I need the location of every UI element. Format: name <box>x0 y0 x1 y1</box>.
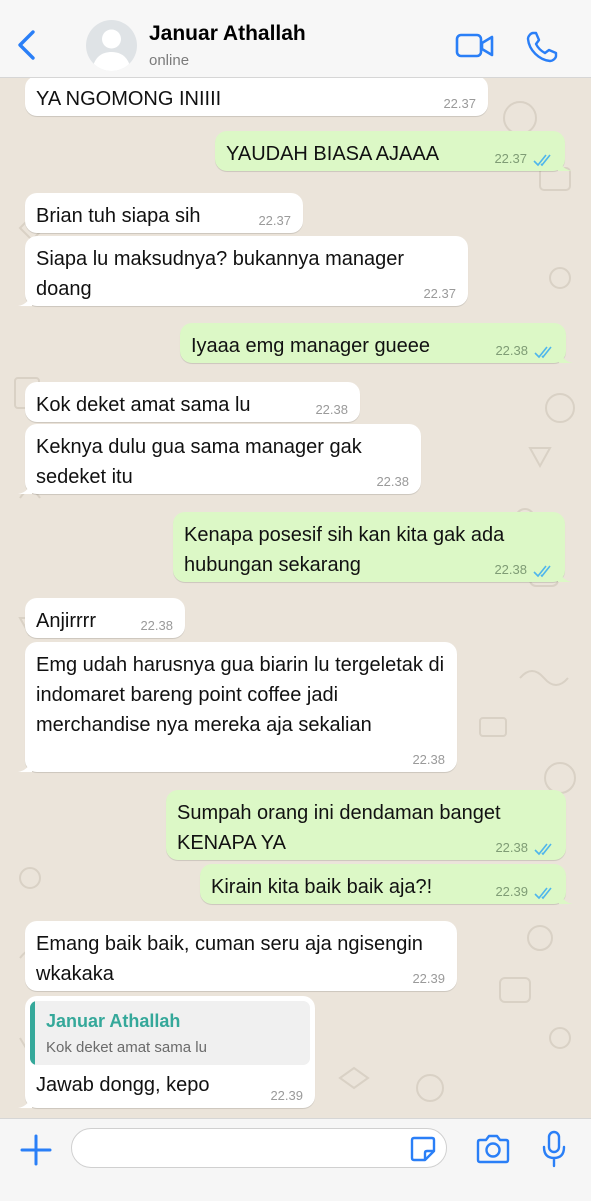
message-outgoing[interactable]: Iyaaa emg manager gueee 22.38 <box>180 323 573 363</box>
message-incoming[interactable]: Emang baik baik, cuman seru aja ngisengi… <box>25 921 457 991</box>
message-incoming[interactable]: Emg udah harusnya gua biarin lu tergelet… <box>18 642 457 772</box>
message-time: 22.37 <box>443 96 476 111</box>
sticker-icon[interactable] <box>410 1136 436 1162</box>
message-outgoing[interactable]: Sumpah orang ini dendaman banget KENAPA … <box>166 790 566 860</box>
bubble-tail <box>558 566 572 582</box>
bubble-tail <box>18 290 32 306</box>
bubble-tail <box>559 347 573 363</box>
contact-name[interactable]: Januar Athallah <box>149 22 306 46</box>
message-input-box[interactable] <box>71 1128 447 1168</box>
message-incoming[interactable]: Siapa lu maksudnya? bukannya manager doa… <box>18 236 468 306</box>
bubble-tail <box>18 478 32 494</box>
message-outgoing[interactable]: Kenapa posesif sih kan kita gak ada hubu… <box>173 512 572 582</box>
message-time: 22.39 <box>412 971 445 986</box>
message-text: Sumpah orang ini dendaman banget KENAPA … <box>177 802 507 854</box>
message-text: Kirain kita baik baik aja?! <box>211 876 433 898</box>
message-time: 22.37 <box>258 213 291 228</box>
camera-icon[interactable] <box>475 1133 511 1165</box>
video-camera-icon[interactable] <box>455 32 495 60</box>
message-text: Jawab dongg, kepo <box>36 1074 210 1096</box>
microphone-icon[interactable] <box>541 1130 567 1168</box>
read-ticks-icon <box>534 843 552 856</box>
message-incoming[interactable]: Anjirrrr 22.38 <box>25 598 185 638</box>
message-outgoing[interactable]: YAUDAH BIASA AJAAA 22.37 <box>215 131 572 171</box>
bubble-tail <box>18 1092 32 1108</box>
message-text: Anjirrrr <box>36 610 96 632</box>
message-incoming[interactable]: Kok deket amat sama lu 22.38 <box>25 382 360 422</box>
message-incoming[interactable]: YA NGOMONG INIIII 22.37 <box>25 78 488 116</box>
plus-icon[interactable] <box>18 1132 54 1168</box>
message-text: Kenapa posesif sih kan kita gak ada hubu… <box>184 524 510 576</box>
home-indicator <box>0 1177 591 1201</box>
message-text: Emg udah harusnya gua biarin lu tergelet… <box>36 654 450 736</box>
read-ticks-icon <box>534 887 552 900</box>
message-input[interactable] <box>86 1135 410 1163</box>
avatar[interactable] <box>86 20 137 71</box>
message-incoming[interactable]: Brian tuh siapa sih 22.37 <box>25 193 303 233</box>
message-text: Iyaaa emg manager gueee <box>191 335 431 357</box>
message-time: 22.37 <box>494 151 527 166</box>
message-incoming[interactable]: Keknya dulu gua sama manager gak sedeket… <box>18 424 421 494</box>
read-ticks-icon <box>533 565 551 578</box>
message-time: 22.38 <box>412 752 445 767</box>
message-time: 22.38 <box>315 402 348 417</box>
chat-header: Januar Athallah online <box>0 0 591 78</box>
message-time: 22.38 <box>494 562 527 577</box>
quote-sender: Januar Athallah <box>46 1011 181 1031</box>
message-list[interactable]: YA NGOMONG INIIII 22.37 YAUDAH BIASA AJA… <box>0 78 591 1118</box>
quoted-message[interactable]: Januar Athallah Kok deket amat sama lu <box>30 1001 310 1065</box>
message-time: 22.38 <box>376 474 409 489</box>
contact-status: online <box>149 52 190 69</box>
message-time: 22.39 <box>495 884 528 899</box>
chevron-left-icon[interactable] <box>12 28 42 62</box>
bubble-tail <box>559 888 573 904</box>
phone-icon[interactable] <box>525 30 559 64</box>
message-time: 22.39 <box>270 1088 303 1103</box>
composer-bar <box>0 1118 591 1201</box>
message-text: Emang baik baik, cuman seru aja ngisengi… <box>36 933 429 985</box>
read-ticks-icon <box>533 154 551 167</box>
message-time: 22.37 <box>423 286 456 301</box>
quote-bar <box>30 1001 35 1065</box>
message-text: YAUDAH BIASA AJAAA <box>226 143 440 165</box>
read-ticks-icon <box>534 346 552 359</box>
message-incoming-reply[interactable]: Januar Athallah Kok deket amat sama lu J… <box>18 996 315 1108</box>
message-time: 22.38 <box>140 618 173 633</box>
person-icon <box>92 29 131 71</box>
message-time: 22.38 <box>495 343 528 358</box>
bubble-tail <box>558 155 572 171</box>
bubble-tail <box>18 756 32 772</box>
message-text: Brian tuh siapa sih <box>36 205 201 227</box>
message-text: Keknya dulu gua sama manager gak sedeket… <box>36 436 368 488</box>
message-outgoing[interactable]: Kirain kita baik baik aja?! 22.39 <box>200 864 573 904</box>
message-text: Kok deket amat sama lu <box>36 394 251 416</box>
quote-text: Kok deket amat sama lu <box>46 1039 207 1056</box>
message-text: YA NGOMONG INIIII <box>36 88 222 110</box>
message-time: 22.38 <box>495 840 528 855</box>
message-text: Siapa lu maksudnya? bukannya manager doa… <box>36 248 410 300</box>
